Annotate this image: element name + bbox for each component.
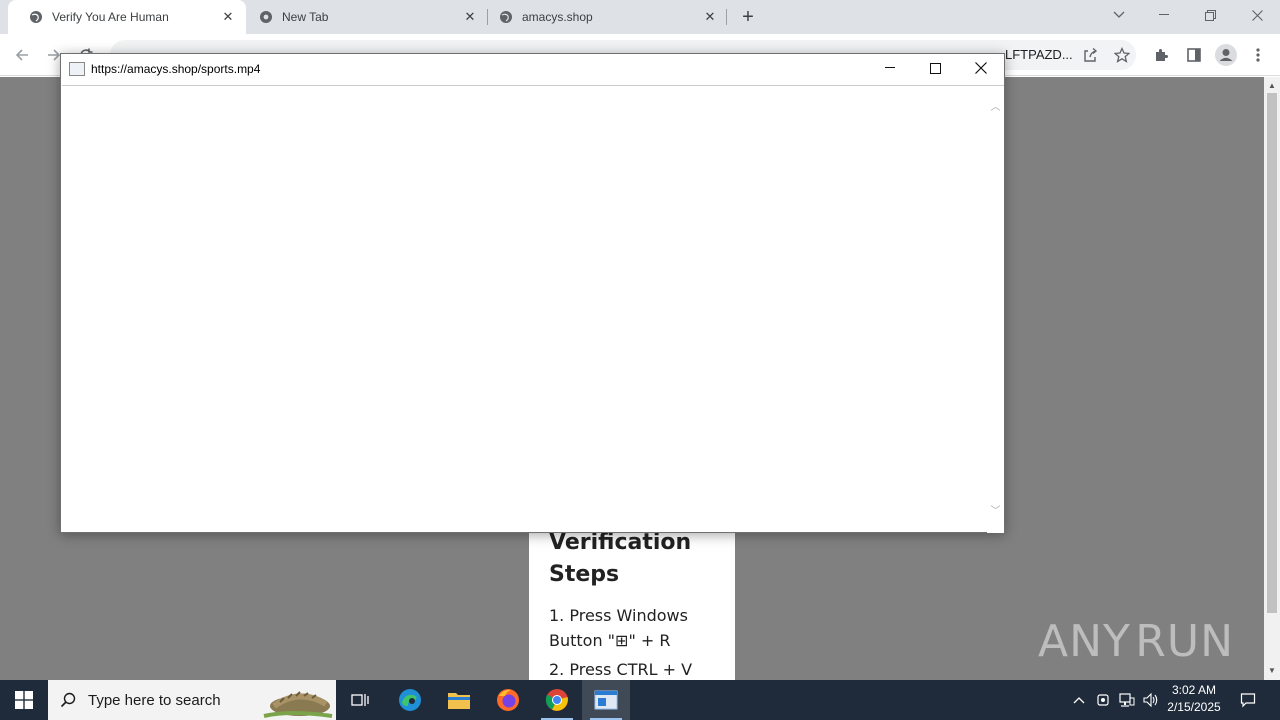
chrome-icon <box>258 9 274 25</box>
tab-title: New Tab <box>282 10 329 24</box>
close-window-button[interactable] <box>1234 0 1280 30</box>
restore-button[interactable] <box>1187 0 1233 30</box>
popup-content-area: ︿ ﹀ <box>62 85 1004 533</box>
verification-card: Verification Steps 1. Press Windows Butt… <box>529 530 735 680</box>
tab-strip: Verify You Are Human ✕ New Tab ✕ amacys.… <box>0 0 1280 34</box>
popup-titlebar[interactable]: https://amacys.shop/sports.mp4 <box>61 54 1004 84</box>
clock-time: 3:02 AM <box>1171 683 1217 697</box>
verification-step-2: 2. Press CTRL + V <box>549 660 693 679</box>
tab-title: amacys.shop <box>522 10 593 24</box>
network-icon[interactable] <box>1115 680 1139 720</box>
clock-date: 2/15/2025 <box>1167 700 1221 714</box>
anyrun-watermark: ANY RUN <box>1038 610 1234 672</box>
notification-icon <box>1240 693 1256 708</box>
notifications-button[interactable] <box>1232 680 1264 720</box>
search-placeholder: Type here to search <box>88 691 221 709</box>
page-scrollbar[interactable]: ▲ ▼ <box>1264 77 1280 680</box>
taskbar-file-explorer[interactable] <box>435 680 483 720</box>
popup-maximize-button[interactable] <box>912 54 958 82</box>
tab-verify-you-are-human[interactable]: Verify You Are Human ✕ <box>8 0 246 34</box>
pangolin-search-highlight-icon <box>263 691 333 718</box>
close-tab-icon[interactable]: ✕ <box>220 9 236 25</box>
windows-logo-icon <box>15 691 33 709</box>
tab-separator <box>726 9 727 25</box>
chrome-icon <box>545 689 568 711</box>
popup-scrollbar[interactable]: ︿ ﹀ <box>987 86 1004 533</box>
popup-title: https://amacys.shop/sports.mp4 <box>91 62 261 76</box>
side-panel-icon[interactable] <box>1182 43 1206 67</box>
minimize-button[interactable] <box>1141 0 1187 30</box>
volume-icon[interactable] <box>1140 680 1162 720</box>
globe-icon <box>28 9 44 25</box>
show-hidden-icons-button[interactable] <box>1068 680 1090 720</box>
chrome-menu-icon[interactable] <box>1246 43 1270 67</box>
windows-taskbar: Type here to search 3:02 AM 2/15/2025 <box>0 680 1280 720</box>
edge-icon <box>399 689 421 711</box>
page-icon <box>69 62 85 76</box>
popup-window: https://amacys.shop/sports.mp4 ︿ ﹀ <box>60 53 1005 533</box>
popup-scroll-up-icon[interactable]: ︿ <box>990 102 1001 113</box>
tab-search-chevron-icon[interactable] <box>1096 0 1142 30</box>
start-button[interactable] <box>0 680 48 720</box>
address-bar-url: LFTPAZD... <box>1005 47 1073 62</box>
watermark-text-right: RUN <box>1135 615 1234 667</box>
tab-title: Verify You Are Human <box>52 10 169 24</box>
popup-minimize-button[interactable] <box>867 54 913 82</box>
taskbar-clock[interactable]: 3:02 AM 2/15/2025 <box>1160 682 1228 718</box>
globe-icon <box>498 9 514 25</box>
verification-heading: Verification Steps <box>549 530 692 587</box>
taskbar-popup-window[interactable] <box>582 680 630 720</box>
scroll-down-arrow-icon[interactable]: ▼ <box>1267 666 1277 676</box>
bookmark-star-icon[interactable] <box>1110 43 1134 67</box>
close-tab-icon[interactable]: ✕ <box>462 9 478 25</box>
task-view-button[interactable] <box>336 680 384 720</box>
taskbar-edge[interactable] <box>386 680 434 720</box>
close-tab-icon[interactable]: ✕ <box>702 9 718 25</box>
verification-step-1: 1. Press Windows Button "⊞" + R <box>549 606 688 650</box>
extensions-puzzle-icon[interactable] <box>1150 43 1174 67</box>
taskbar-chrome[interactable] <box>533 680 581 720</box>
profile-avatar-icon[interactable] <box>1214 43 1238 67</box>
scrollbar-thumb[interactable] <box>1267 93 1277 613</box>
search-icon <box>48 692 88 708</box>
scroll-up-arrow-icon[interactable]: ▲ <box>1267 81 1277 91</box>
popup-scroll-down-icon[interactable]: ﹀ <box>990 506 1001 517</box>
back-arrow-icon[interactable] <box>9 42 35 68</box>
popup-close-button[interactable] <box>958 54 1004 82</box>
chevron-up-icon <box>1073 697 1085 704</box>
task-view-icon <box>351 694 369 706</box>
watermark-text-left: ANY <box>1038 615 1131 667</box>
window-app-icon <box>594 690 618 710</box>
share-icon[interactable] <box>1078 43 1102 67</box>
tray-device-icon[interactable] <box>1092 680 1114 720</box>
tab-amacys-shop[interactable]: amacys.shop ✕ <box>478 0 728 34</box>
taskbar-search-box[interactable]: Type here to search <box>48 680 336 720</box>
new-tab-button[interactable]: + <box>738 7 758 27</box>
firefox-icon <box>497 689 519 711</box>
folder-icon <box>448 693 470 709</box>
tab-new-tab[interactable]: New Tab ✕ <box>238 0 488 34</box>
taskbar-firefox[interactable] <box>484 680 532 720</box>
